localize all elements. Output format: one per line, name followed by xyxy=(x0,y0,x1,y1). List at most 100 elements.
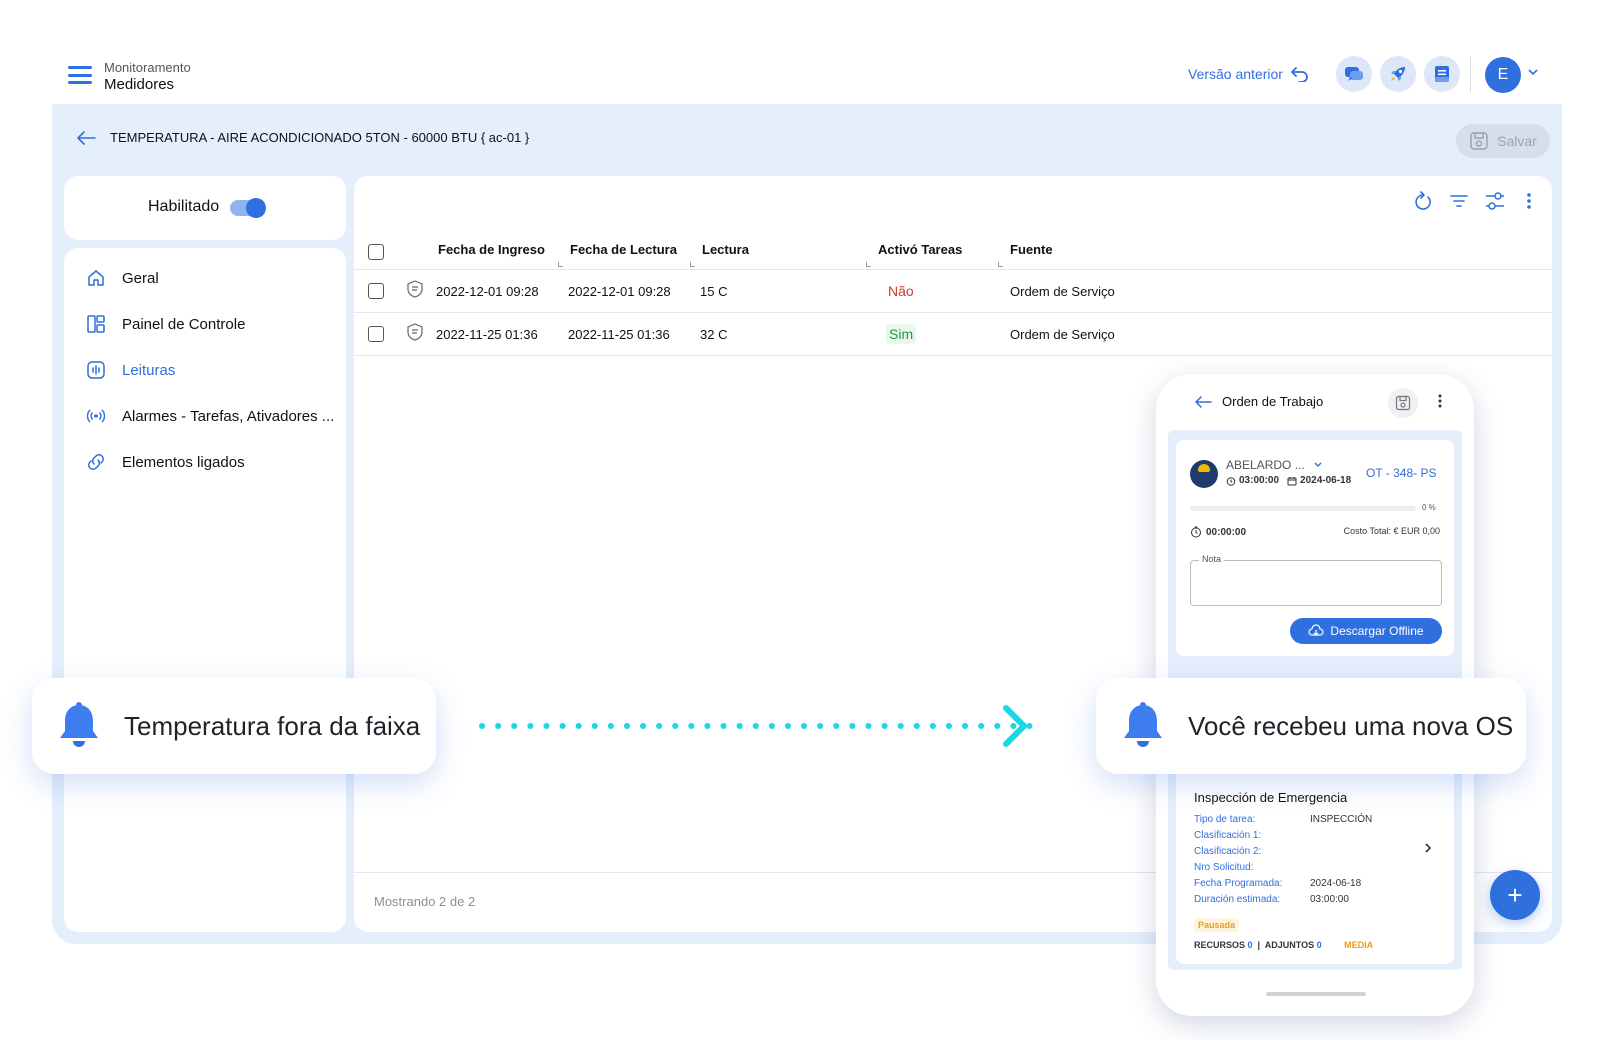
column-header[interactable]: Fuente xyxy=(1010,242,1053,257)
sidebar-item-label: Elementos ligados xyxy=(122,453,245,471)
task-card[interactable]: Inspección de Emergencia Tipo de tarea: … xyxy=(1176,764,1454,964)
top-bar: Monitoramento Medidores Versão anterior … xyxy=(0,0,1608,104)
page-title: Medidores xyxy=(104,76,175,93)
settings-sliders-icon[interactable] xyxy=(1482,188,1508,214)
work-order-notification: Você recebeu uma nova OS xyxy=(1096,678,1526,774)
chat-icon[interactable] xyxy=(1336,56,1372,92)
field-label: Clasificación 1: xyxy=(1194,830,1262,841)
more-vertical-icon[interactable] xyxy=(1516,188,1542,214)
enabled-label: Habilitado xyxy=(148,198,220,215)
sidebar-item-geral[interactable]: Geral xyxy=(86,268,159,288)
cell-fuente: Ordem de Serviço xyxy=(1010,327,1115,342)
field-label: Clasificación 2: xyxy=(1194,846,1262,857)
save-icon[interactable] xyxy=(1388,388,1418,418)
column-header[interactable]: Activó Tareas xyxy=(878,242,962,257)
undo-icon xyxy=(1291,67,1308,82)
field-value: 03:00:00 xyxy=(1310,894,1349,905)
field-label: Nro Solicitud: xyxy=(1194,862,1254,873)
column-header[interactable]: Fecha de Ingreso xyxy=(438,242,545,257)
work-timer[interactable]: 00:00:00 xyxy=(1190,526,1246,538)
cell-fecha-lectura: 2022-12-01 09:28 xyxy=(568,284,671,299)
alarm-notification: Temperatura fora da faixa xyxy=(32,678,436,774)
download-offline-button[interactable]: Descargar Offline xyxy=(1290,618,1442,644)
sidebar-nav: Geral Painel de Controle Leituras Alarme… xyxy=(64,248,346,932)
field-value: 2024-06-18 xyxy=(1310,878,1362,889)
field-label: Tipo de tarea: xyxy=(1194,814,1256,825)
priority-badge: MEDIA xyxy=(1344,940,1374,950)
chevron-right-icon[interactable] xyxy=(1424,842,1432,854)
sidebar-item-label: Leituras xyxy=(122,361,176,379)
calendar-icon xyxy=(1287,476,1297,485)
back-arrow-icon[interactable] xyxy=(1194,396,1212,408)
cell-fecha-ingreso: 2022-12-01 09:28 xyxy=(436,284,539,299)
timer-icon xyxy=(1226,476,1236,486)
task-title: Inspección de Emergencia xyxy=(1194,790,1348,805)
progress-bar xyxy=(1190,506,1416,511)
bell-icon xyxy=(60,702,98,747)
sidebar-item-elementos[interactable]: Elementos ligados xyxy=(86,452,245,472)
note-label: Nota xyxy=(1199,554,1225,564)
previous-version-link[interactable]: Versão anterior xyxy=(1188,66,1309,82)
note-field[interactable]: Nota xyxy=(1190,554,1442,606)
sidebar-item-leituras[interactable]: Leituras xyxy=(86,360,175,380)
work-order-meta: 03:00:00 2024-06-18 xyxy=(1226,475,1351,486)
chevron-down-icon[interactable] xyxy=(1527,67,1539,77)
column-header[interactable]: Lectura xyxy=(702,242,749,257)
enabled-toggle[interactable] xyxy=(230,198,266,218)
save-button[interactable]: Salvar xyxy=(1456,124,1550,158)
select-all-checkbox[interactable] xyxy=(368,244,384,260)
cell-fecha-ingreso: 2022-11-25 01:36 xyxy=(436,327,538,342)
rocket-icon[interactable] xyxy=(1380,56,1416,92)
more-vertical-icon[interactable] xyxy=(1438,394,1442,408)
user-avatar[interactable]: E xyxy=(1485,57,1521,93)
timer-value: 00:00:00 xyxy=(1206,526,1247,538)
back-arrow-icon[interactable] xyxy=(76,130,96,145)
sidebar-item-painel[interactable]: Painel de Controle xyxy=(86,314,245,334)
pagination-summary: Mostrando 2 de 2 xyxy=(374,894,476,909)
row-checkbox[interactable] xyxy=(368,283,384,299)
row-checkbox[interactable] xyxy=(368,326,384,342)
notification-text: Temperatura fora da faixa xyxy=(124,710,421,741)
status-badge: Sim xyxy=(886,324,917,344)
filter-icon[interactable] xyxy=(1446,188,1472,214)
work-order-card: ABELARDO ... 03:00:00 2024-06-18 OT - 34… xyxy=(1176,440,1454,656)
divider xyxy=(1470,56,1471,92)
link-icon xyxy=(88,454,104,470)
record-title: TEMPERATURA - AIRE ACONDICIONADO 5TON - … xyxy=(110,130,530,145)
document-icon[interactable] xyxy=(1424,56,1460,92)
status-badge: Pausada xyxy=(1194,918,1240,932)
refresh-icon[interactable] xyxy=(1410,188,1436,214)
menu-icon[interactable] xyxy=(68,66,92,84)
column-header[interactable]: Fecha de Lectura xyxy=(570,242,677,257)
attachments-count: 0 xyxy=(1316,940,1322,950)
column-resize-handle[interactable] xyxy=(690,262,695,267)
enabled-card: Habilitado xyxy=(64,176,346,240)
sidebar-item-label: Geral xyxy=(122,269,159,287)
chevron-down-icon xyxy=(1314,462,1322,467)
field-label: Duración estimada: xyxy=(1194,894,1281,905)
phone-title: Orden de Trabajo xyxy=(1222,394,1324,409)
sidebar-item-alarmes[interactable]: Alarmes - Tarefas, Ativadores ... xyxy=(86,406,334,426)
assignee-select[interactable]: ABELARDO ... xyxy=(1226,458,1323,472)
scheduled-date: 2024-06-18 xyxy=(1300,475,1352,486)
table-header: Fecha de Ingreso Fecha de Lectura Lectur… xyxy=(354,232,1552,270)
column-resize-handle[interactable] xyxy=(998,262,1003,267)
add-button[interactable]: + xyxy=(1490,870,1540,920)
bell-icon xyxy=(1124,702,1162,747)
table-row[interactable]: 2022-12-01 09:28 2022-12-01 09:28 15 C N… xyxy=(354,270,1552,313)
table-row[interactable]: 2022-11-25 01:36 2022-11-25 01:36 32 C S… xyxy=(354,313,1552,356)
field-label: Fecha Programada: xyxy=(1194,878,1283,889)
cell-lectura: 32 C xyxy=(700,327,728,342)
breadcrumb-parent[interactable]: Monitoramento xyxy=(104,60,191,75)
source-icon xyxy=(407,280,423,298)
resources-label: RECURSOS xyxy=(1194,940,1246,950)
dashboard-icon xyxy=(87,315,105,333)
column-resize-handle[interactable] xyxy=(558,262,563,267)
attachments-label: ADJUNTOS xyxy=(1264,940,1315,950)
progress-label: 0 % xyxy=(1422,503,1436,512)
work-order-code[interactable]: OT - 348- PS xyxy=(1366,466,1436,480)
field-value: INSPECCIÓN xyxy=(1310,814,1373,825)
record-header: TEMPERATURA - AIRE ACONDICIONADO 5TON - … xyxy=(76,130,529,145)
status-badge: Não xyxy=(888,283,914,299)
column-resize-handle[interactable] xyxy=(866,262,871,267)
